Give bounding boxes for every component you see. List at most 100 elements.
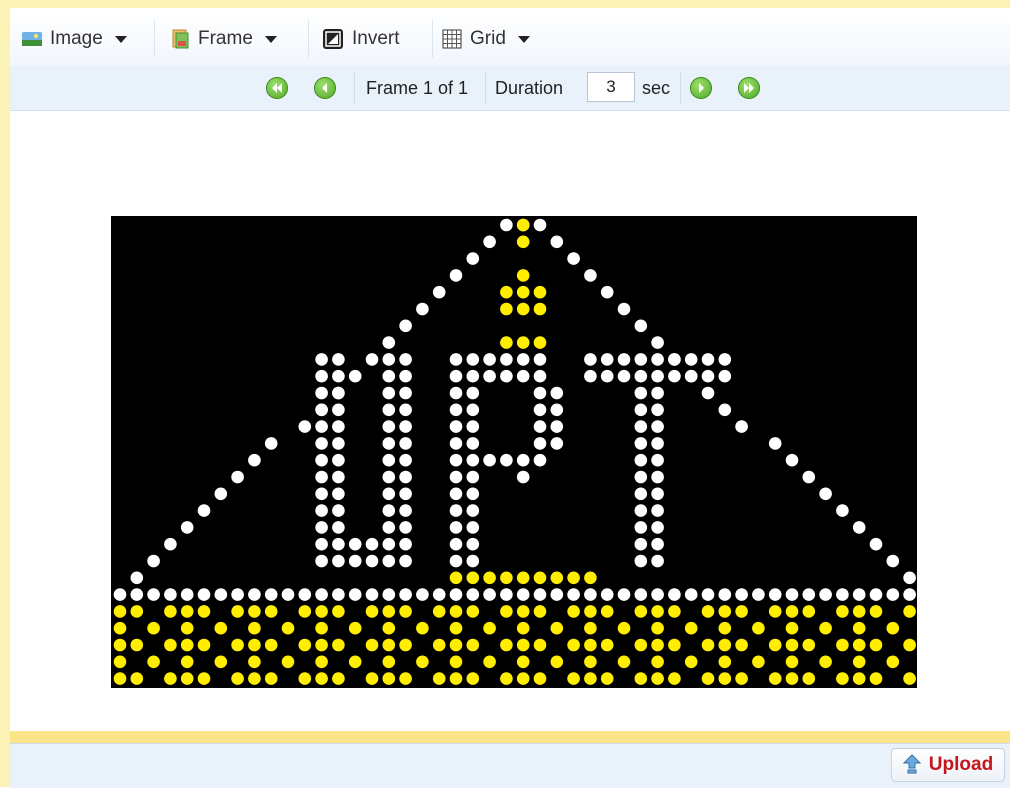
led-pixel — [903, 638, 916, 652]
led-pixel — [264, 672, 278, 685]
led-pixel — [634, 537, 648, 551]
led-pixel — [651, 420, 664, 433]
led-pixel — [382, 521, 396, 534]
led-pixel — [315, 420, 328, 433]
led-pixel — [466, 420, 480, 433]
led-pixel — [164, 537, 177, 551]
led-pixel — [231, 588, 244, 601]
led-pixel — [180, 588, 194, 601]
led-pixel — [382, 386, 396, 400]
led-pixel — [617, 621, 631, 635]
led-pixel — [130, 588, 144, 601]
led-pixel — [382, 655, 396, 669]
led-pixel — [735, 420, 748, 433]
led-pixel — [449, 537, 463, 551]
led-pixel — [416, 655, 429, 669]
led-pixel — [449, 353, 463, 366]
led-pixel — [197, 588, 211, 601]
led-pixel — [819, 487, 832, 501]
led-pixel — [348, 537, 362, 551]
led-pixel — [382, 437, 396, 450]
led-pixel — [584, 638, 597, 652]
led-pixel — [735, 638, 748, 652]
led-pixel — [516, 605, 530, 618]
led-pixel — [147, 588, 160, 601]
led-pixel — [701, 369, 715, 383]
led-pixel — [718, 672, 732, 685]
led-pixel — [852, 588, 866, 601]
led-pixel — [332, 369, 345, 383]
led-pixel — [600, 605, 614, 618]
led-pixel — [768, 638, 782, 652]
led-pixel — [449, 504, 463, 517]
led-pixel — [348, 588, 362, 601]
led-pixel — [869, 588, 883, 601]
led-pixel — [449, 437, 463, 450]
led-pixel — [516, 672, 530, 685]
led-pixel — [500, 302, 513, 316]
led-pixel — [567, 571, 580, 585]
led-pixel — [298, 638, 312, 652]
led-pixel — [466, 537, 480, 551]
led-pixel — [533, 437, 547, 450]
led-pixel — [651, 672, 664, 685]
led-pixel — [214, 621, 228, 635]
led-pixel — [903, 588, 916, 601]
led-pixel — [432, 638, 446, 652]
led-pixel — [600, 353, 614, 366]
led-pixel — [869, 605, 883, 618]
upload-label: Upload — [928, 754, 994, 775]
led-pixel — [903, 605, 916, 618]
led-pixel — [466, 386, 480, 400]
led-pixel — [432, 605, 446, 618]
led-pixel — [483, 655, 496, 669]
led-pixel — [768, 605, 782, 618]
led-pixel — [298, 605, 312, 618]
led-pixel — [634, 605, 648, 618]
led-pixel — [516, 638, 530, 652]
led-pixel — [113, 672, 127, 685]
led-pixel — [651, 403, 664, 417]
led-pixel — [315, 453, 328, 467]
led-pixel — [668, 369, 681, 383]
led-pixel — [332, 353, 345, 366]
led-pixel — [248, 655, 261, 669]
led-pixel — [651, 521, 664, 534]
led-pixel — [264, 605, 278, 618]
led-pixel — [231, 638, 244, 652]
led-pixel — [382, 403, 396, 417]
led-pixel — [584, 588, 597, 601]
led-pixel — [466, 521, 480, 534]
led-pixel — [651, 605, 664, 618]
led-pixel — [315, 386, 328, 400]
led-pixel — [516, 588, 530, 601]
led-pixel — [332, 605, 345, 618]
led-pixel — [466, 369, 480, 383]
led-pixel — [852, 672, 866, 685]
led-pixel — [399, 386, 412, 400]
led-pixel — [516, 621, 530, 635]
led-pixel — [668, 672, 681, 685]
led-pixel — [332, 453, 345, 467]
led-pixel — [718, 353, 732, 366]
led-pixel — [785, 655, 799, 669]
led-pixel — [365, 353, 379, 366]
upload-button[interactable]: Upload — [891, 748, 1005, 782]
led-pixel — [466, 638, 480, 652]
led-pixel — [164, 638, 177, 652]
led-pixel — [718, 588, 732, 601]
led-pixel — [382, 504, 396, 517]
led-pixel — [718, 655, 732, 669]
led-pixel — [466, 403, 480, 417]
led-pixel — [449, 369, 463, 383]
led-pixel — [836, 504, 849, 517]
led-pixel — [147, 554, 160, 568]
led-pixel — [768, 437, 782, 450]
led-pixel — [617, 588, 631, 601]
led-pixel — [567, 252, 580, 265]
led-pixel — [382, 638, 396, 652]
led-pixel — [701, 672, 715, 685]
led-pixel — [668, 353, 681, 366]
led-pixel — [432, 285, 446, 299]
led-pixel — [332, 521, 345, 534]
